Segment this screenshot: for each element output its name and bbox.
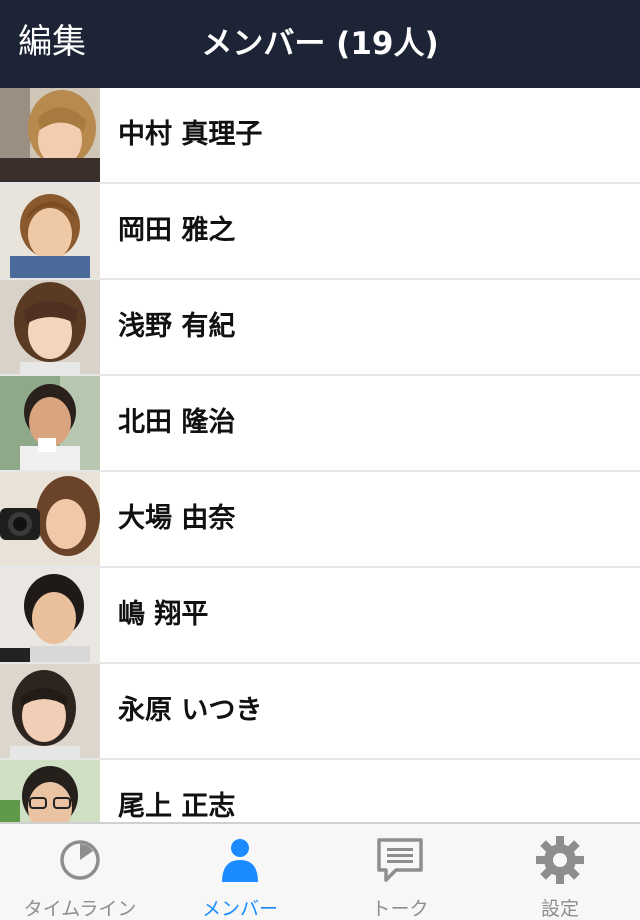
member-name: 尾上 正志 <box>118 791 236 822</box>
page-title: メンバー (19人) <box>201 26 439 62</box>
member-avatar-photo <box>0 472 100 566</box>
talk-speech-bubble-icon <box>374 834 426 886</box>
member-row[interactable]: 北田 隆治 <box>0 376 640 472</box>
member-name: 岡田 雅之 <box>118 215 236 246</box>
member-avatar-photo <box>0 184 100 278</box>
timeline-clock-icon <box>54 834 106 886</box>
tab-label: タイムライン <box>23 898 137 920</box>
member-avatar-photo <box>0 280 100 374</box>
member-person-icon <box>214 834 266 886</box>
tab-label: トーク <box>371 898 429 920</box>
member-row[interactable]: 尾上 正志 <box>0 760 640 822</box>
member-row[interactable]: 永原 いつき <box>0 664 640 760</box>
member-row[interactable]: 嶋 翔平 <box>0 568 640 664</box>
member-name: 嶋 翔平 <box>118 599 209 630</box>
tab-settings[interactable]: 設定 <box>480 824 640 920</box>
tab-members[interactable]: メンバー <box>160 824 320 920</box>
member-name: 浅野 有紀 <box>118 311 236 342</box>
member-row[interactable]: 中村 真理子 <box>0 88 640 184</box>
settings-gear-icon <box>534 834 586 886</box>
member-name: 大場 由奈 <box>118 503 236 534</box>
member-avatar-photo <box>0 376 100 470</box>
member-name: 中村 真理子 <box>118 119 263 150</box>
tab-timeline[interactable]: タイムライン <box>0 824 160 920</box>
member-row[interactable]: 大場 由奈 <box>0 472 640 568</box>
member-name: 北田 隆治 <box>118 407 236 438</box>
member-avatar-photo <box>0 88 100 182</box>
member-row[interactable]: 岡田 雅之 <box>0 184 640 280</box>
member-row[interactable]: 浅野 有紀 <box>0 280 640 376</box>
tab-talk[interactable]: トーク <box>320 824 480 920</box>
member-avatar-photo <box>0 664 100 758</box>
tab-label: 設定 <box>540 898 579 920</box>
navigation-bar: 編集 メンバー (19人) <box>0 0 640 88</box>
tab-bar: タイムライン メンバー トーク 設定 <box>0 822 640 920</box>
member-name: 永原 いつき <box>118 695 263 726</box>
member-list[interactable]: 中村 真理子 岡田 雅之 浅野 有紀 北田 隆治 大場 由奈 嶋 翔平 永原 い… <box>0 88 640 822</box>
tab-label: メンバー <box>201 898 278 920</box>
member-avatar-photo <box>0 760 100 822</box>
member-avatar-photo <box>0 568 100 662</box>
